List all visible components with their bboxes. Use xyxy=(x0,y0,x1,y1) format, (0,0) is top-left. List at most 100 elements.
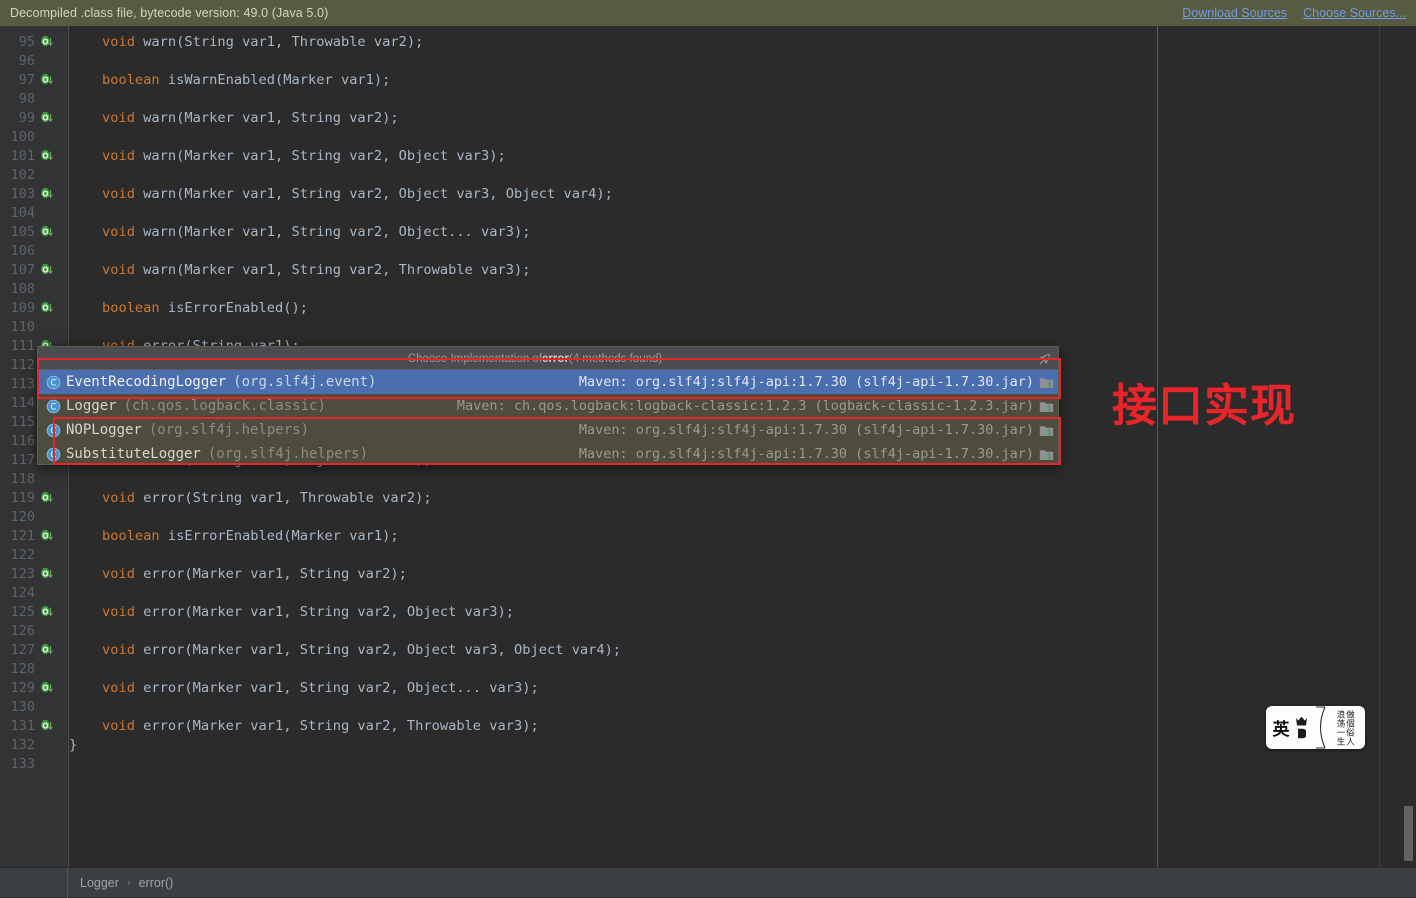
implemented-method-gutter-icon[interactable]: O xyxy=(40,605,54,619)
implementation-package-name: (org.slf4j.event) xyxy=(233,374,377,390)
code-line[interactable]: void error(Marker var1, String var2, Thr… xyxy=(69,717,539,736)
maven-coordinate-label: Maven: org.slf4j:slf4j-api:1.7.30 (slf4j… xyxy=(578,422,1034,438)
implemented-method-gutter-icon[interactable]: O xyxy=(40,567,54,581)
implementation-package-name: (org.slf4j.helpers) xyxy=(207,446,369,462)
svg-text:C: C xyxy=(50,402,56,412)
implementation-list-item[interactable]: C SubstituteLogger (org.slf4j.helpers) Mave… xyxy=(38,442,1058,466)
line-number: 127 xyxy=(10,642,35,658)
code-line[interactable]: void warn(String var1, Throwable var2); xyxy=(69,33,423,52)
breadcrumb[interactable]: Logger › error() xyxy=(68,876,173,890)
implemented-method-gutter-icon[interactable]: O xyxy=(40,111,54,125)
svg-text:O: O xyxy=(42,531,48,540)
ime-status-glyphs xyxy=(1295,716,1308,739)
java-class-icon: C xyxy=(46,375,61,390)
line-number: 118 xyxy=(10,471,35,487)
code-line[interactable]: void warn(Marker var1, String var2); xyxy=(69,109,399,128)
popup-header: Choose Implementation of error (4 method… xyxy=(38,347,1058,370)
code-line[interactable]: boolean isErrorEnabled(); xyxy=(69,299,308,318)
svg-text:O: O xyxy=(42,645,48,654)
ime-slogan-line-1: 浪荡一生 xyxy=(1335,709,1345,746)
svg-text:O: O xyxy=(42,721,48,730)
implemented-method-gutter-icon[interactable]: O xyxy=(40,529,54,543)
line-number: 95 xyxy=(18,34,35,50)
ime-language-widget[interactable]: 英 浪荡一生 做個俗人 xyxy=(1266,706,1365,749)
code-line[interactable]: boolean isWarnEnabled(Marker var1); xyxy=(69,71,390,90)
implementation-package-name: (org.slf4j.helpers) xyxy=(148,422,310,438)
maven-coordinate-label: Maven: org.slf4j:slf4j-api:1.7.30 (slf4j… xyxy=(578,446,1034,462)
implementation-list-item[interactable]: C Logger (ch.qos.logback.classic) Maven: ch… xyxy=(38,394,1058,418)
code-line[interactable]: void warn(Marker var1, String var2, Obje… xyxy=(69,147,506,166)
download-sources-link[interactable]: Download Sources xyxy=(1182,6,1287,20)
line-number: 102 xyxy=(10,167,35,183)
code-line[interactable]: boolean isErrorEnabled(Marker var1); xyxy=(69,527,399,546)
implemented-method-gutter-icon[interactable]: O xyxy=(40,643,54,657)
vertical-scrollbar-thumb[interactable] xyxy=(1404,806,1413,861)
code-line[interactable]: void error(String var1, Throwable var2); xyxy=(69,489,432,508)
line-number: 130 xyxy=(10,699,35,715)
java-class-icon: C xyxy=(46,447,61,462)
maven-library-icon xyxy=(1039,447,1054,462)
line-number: 100 xyxy=(10,129,35,145)
implemented-method-gutter-icon[interactable]: O xyxy=(40,225,54,239)
svg-text:O: O xyxy=(42,37,48,46)
java-class-icon: C xyxy=(46,399,61,414)
code-line[interactable]: void error(Marker var1, String var2, Obj… xyxy=(69,679,539,698)
ime-language-label[interactable]: 英 xyxy=(1273,715,1290,740)
code-line[interactable]: void warn(Marker var1, String var2, Obje… xyxy=(69,223,531,242)
code-line[interactable]: void warn(Marker var1, String var2, Thro… xyxy=(69,261,531,280)
line-number: 131 xyxy=(10,718,35,734)
svg-text:C: C xyxy=(50,426,56,436)
breadcrumb-class[interactable]: Logger xyxy=(80,876,119,890)
line-number: 120 xyxy=(10,509,35,525)
notification-message: Decompiled .class file, bytecode version… xyxy=(10,6,329,20)
line-number: 132 xyxy=(10,737,35,753)
implemented-method-gutter-icon[interactable]: O xyxy=(40,681,54,695)
implemented-method-gutter-icon[interactable]: O xyxy=(40,149,54,163)
implemented-method-gutter-icon[interactable]: O xyxy=(40,35,54,49)
choose-implementation-popup[interactable]: Choose Implementation of error (4 method… xyxy=(37,346,1059,465)
implementation-list[interactable]: C EventRecodingLogger (org.slf4j.event) Mav… xyxy=(38,370,1058,466)
implementation-list-item[interactable]: C NOPLogger (org.slf4j.helpers) Maven: org.… xyxy=(38,418,1058,442)
implemented-method-gutter-icon[interactable]: O xyxy=(40,491,54,505)
line-number: 129 xyxy=(10,680,35,696)
maven-library-icon xyxy=(1039,423,1054,438)
line-number: 119 xyxy=(10,490,35,506)
ime-left-section[interactable]: 英 xyxy=(1266,706,1314,749)
implemented-method-gutter-icon[interactable]: O xyxy=(40,301,54,315)
line-number: 101 xyxy=(10,148,35,164)
svg-text:O: O xyxy=(42,303,48,312)
line-number: 105 xyxy=(10,224,35,240)
line-number: 123 xyxy=(10,566,35,582)
code-line[interactable]: void error(Marker var1, String var2, Obj… xyxy=(69,603,514,622)
svg-text:O: O xyxy=(42,493,48,502)
code-line[interactable]: void error(Marker var1, String var2, Obj… xyxy=(69,641,621,660)
implemented-method-gutter-icon[interactable]: O xyxy=(40,73,54,87)
line-number: 113 xyxy=(10,376,35,392)
pin-icon[interactable] xyxy=(1038,351,1052,365)
breadcrumb-member[interactable]: error() xyxy=(139,876,174,890)
ime-slogan-line-2: 做個俗人 xyxy=(1344,709,1355,746)
code-line[interactable]: void warn(Marker var1, String var2, Obje… xyxy=(69,185,613,204)
svg-text:C: C xyxy=(50,450,56,460)
line-number: 116 xyxy=(10,433,35,449)
implemented-method-gutter-icon[interactable]: O xyxy=(40,263,54,277)
ime-slogan[interactable]: 浪荡一生 做個俗人 xyxy=(1327,706,1365,749)
popup-title-target: error xyxy=(542,352,569,365)
line-number: 98 xyxy=(18,91,35,107)
implementation-class-name: SubstituteLogger xyxy=(66,446,201,462)
maven-library-icon xyxy=(1039,375,1054,390)
line-number: 107 xyxy=(10,262,35,278)
code-line[interactable]: void error(Marker var1, String var2); xyxy=(69,565,407,584)
code-line[interactable]: } xyxy=(69,736,77,755)
implemented-method-gutter-icon[interactable]: O xyxy=(40,187,54,201)
ime-divider xyxy=(1314,706,1327,749)
line-number: 104 xyxy=(10,205,35,221)
choose-sources-link[interactable]: Choose Sources... xyxy=(1303,6,1406,20)
status-bar-left-segment xyxy=(0,867,68,898)
implementation-class-name: EventRecodingLogger xyxy=(66,374,227,390)
implemented-method-gutter-icon[interactable]: O xyxy=(40,719,54,733)
line-number: 97 xyxy=(18,72,35,88)
line-number: 117 xyxy=(10,452,35,468)
line-number: 115 xyxy=(10,414,35,430)
implementation-list-item[interactable]: C EventRecodingLogger (org.slf4j.event) Mav… xyxy=(38,370,1058,394)
